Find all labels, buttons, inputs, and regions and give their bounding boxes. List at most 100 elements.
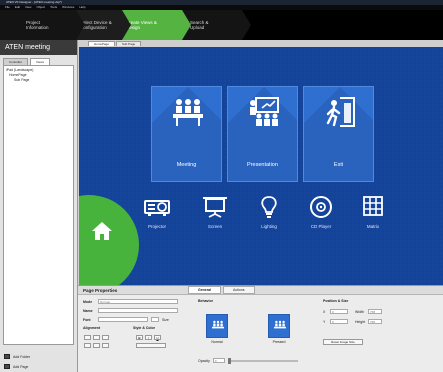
align-bottom-button[interactable] — [102, 343, 109, 348]
font-select[interactable] — [98, 317, 148, 322]
projector-icon — [144, 200, 170, 216]
tile-label: Presentation — [247, 162, 278, 168]
step-arrow — [182, 10, 191, 40]
step-search-upload[interactable]: Search & Upload — [182, 10, 251, 40]
font-label: Font — [83, 317, 91, 322]
tab-controller[interactable]: Controller — [3, 58, 29, 65]
mode-select[interactable]: Normal — [98, 299, 178, 304]
y-label: Y — [323, 319, 326, 324]
size-input[interactable] — [151, 317, 159, 322]
step-project-information[interactable]: Project Information — [0, 10, 85, 40]
y-row: Y 0 Height 768 — [323, 319, 382, 324]
behavior-title: Behavior — [198, 299, 213, 303]
x-input[interactable]: 0 — [330, 309, 348, 314]
device-label: Lighting — [261, 224, 277, 229]
font-row: Font Size — [83, 317, 169, 322]
align-left-button[interactable] — [84, 335, 91, 340]
home-icon — [92, 222, 112, 240]
grid-icon — [363, 196, 383, 216]
name-label: Name — [83, 308, 93, 313]
device-matrix[interactable]: Matrix — [355, 196, 391, 229]
meeting-icon — [274, 320, 286, 329]
step-label: Project Information — [26, 20, 49, 30]
tree-item-subpage[interactable]: Sub Page — [6, 78, 71, 83]
workflow-steps: Project Information Select Device & Conf… — [0, 10, 443, 40]
align-top-button[interactable] — [84, 343, 91, 348]
device-label: Matrix — [366, 224, 380, 229]
height-input[interactable]: 768 — [368, 319, 382, 324]
presentation-tile[interactable]: Presentation — [227, 86, 298, 182]
ribbon-filler — [242, 10, 443, 40]
opacity-row: Opacity 0 — [198, 358, 225, 363]
height-label: Height — [355, 319, 366, 324]
step-arrow — [242, 10, 251, 40]
size-label: Size — [162, 317, 169, 322]
device-lighting[interactable]: Lighting — [251, 196, 287, 229]
normal-label: Normal — [211, 340, 223, 344]
device-projector[interactable]: Projector — [139, 196, 175, 229]
device-label: CD Player — [310, 224, 332, 229]
properties-title: Page Properties — [83, 287, 118, 293]
tab-views[interactable]: Views — [30, 58, 50, 65]
project-panel-tabs: Controller Views — [0, 55, 77, 65]
opacity-slider[interactable] — [228, 358, 298, 364]
width-input[interactable]: 768 — [368, 309, 382, 314]
mode-label: Mode — [83, 299, 93, 304]
project-panel: ATEN meeting Controller Views iPad (Land… — [0, 40, 78, 372]
style-color-label: Style & Color — [133, 326, 155, 330]
page-icon — [4, 364, 10, 369]
screen-icon — [203, 197, 227, 218]
lightbulb-icon — [261, 196, 277, 218]
design-canvas[interactable]: Meeting Presentation Exit Projector Scre… — [79, 47, 443, 285]
exit-tile[interactable]: Exit — [303, 86, 374, 182]
align-middle-button[interactable] — [93, 343, 100, 348]
tab-actions[interactable]: Actions — [223, 286, 255, 294]
add-page-label: Add Page — [13, 364, 29, 369]
align-center-button[interactable] — [93, 335, 100, 340]
device-label: Projector — [147, 224, 166, 229]
device-label: Screen — [207, 224, 223, 229]
underline-button[interactable]: U — [154, 335, 161, 340]
device-cd-player[interactable]: CD Player — [303, 196, 339, 229]
exit-icon — [326, 97, 355, 127]
step-label: Search & Upload — [190, 20, 209, 30]
tab-homepage[interactable]: HomePage — [88, 41, 116, 46]
pressed-label: Pressed — [272, 340, 286, 344]
align-right-button[interactable] — [102, 335, 109, 340]
device-screen[interactable]: Screen — [197, 196, 233, 229]
reset-image-size-button[interactable]: Reset Image Size — [323, 339, 363, 345]
presentation-icon — [250, 97, 279, 126]
opacity-label: Opacity — [198, 358, 210, 363]
add-folder-button[interactable]: Add Folder — [4, 354, 30, 359]
y-input[interactable]: 0 — [330, 319, 348, 324]
x-row: X 0 Width 768 — [323, 309, 382, 314]
folder-icon — [4, 354, 10, 359]
step-create-views[interactable]: Create Views & Design — [122, 10, 191, 40]
tab-general[interactable]: General — [188, 286, 222, 294]
position-size-title: Position & Size — [323, 299, 349, 303]
home-button[interactable] — [79, 195, 139, 285]
name-row: Name — [83, 308, 178, 313]
slider-knob[interactable] — [228, 358, 231, 364]
meeting-tile[interactable]: Meeting — [151, 86, 222, 182]
tab-subpage[interactable]: Sub Page — [116, 41, 142, 46]
view-tree: iPad (Landscape) HomePage Sub Page — [3, 65, 74, 345]
width-label: Width — [355, 309, 364, 314]
disc-icon — [310, 196, 332, 218]
meeting-icon — [173, 99, 203, 126]
meeting-icon — [212, 320, 224, 329]
bold-button[interactable]: B — [136, 335, 143, 340]
normal-state-image[interactable] — [206, 314, 228, 338]
color-picker[interactable] — [136, 343, 166, 348]
italic-button[interactable]: I — [145, 335, 152, 340]
page-properties-panel: Page Properties General Actions Mode Nor… — [78, 285, 443, 372]
alignment-label: Alignment — [83, 326, 101, 330]
opacity-input[interactable]: 0 — [212, 358, 225, 363]
step-arrow — [122, 10, 131, 40]
properties-header: Page Properties General Actions — [78, 286, 443, 295]
tile-label: Meeting — [176, 162, 197, 168]
name-input[interactable] — [98, 308, 178, 313]
pressed-state-image[interactable] — [268, 314, 290, 338]
add-page-button[interactable]: Add Page — [4, 364, 28, 369]
step-arrow — [76, 10, 85, 40]
